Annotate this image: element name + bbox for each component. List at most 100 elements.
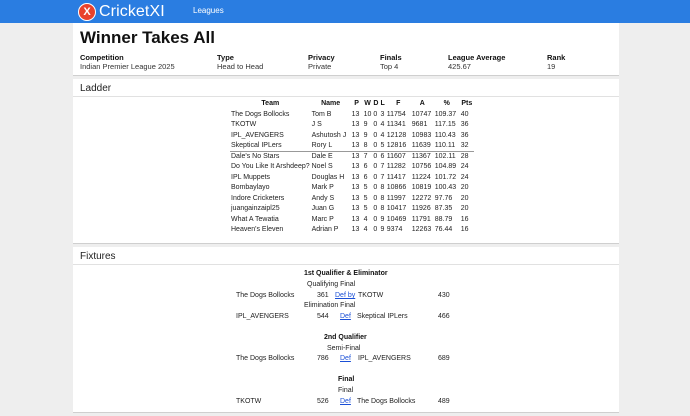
played: 13 bbox=[350, 140, 363, 152]
top-nav: X CricketXI Leagues bbox=[0, 0, 690, 23]
ladder-row[interactable]: IPL_AVENGERS Ashutosh J 13 9 0 4 12128 1… bbox=[230, 130, 474, 141]
fixture-result-link[interactable]: Def bbox=[340, 313, 351, 320]
meta-label: League Average bbox=[448, 53, 506, 62]
divider bbox=[73, 96, 619, 97]
team-name: What A Tewatia bbox=[231, 215, 279, 223]
percentage: 110.11 bbox=[433, 140, 460, 152]
fixture-result-link[interactable]: Def bbox=[340, 355, 351, 362]
percentage: 110.43 bbox=[434, 131, 456, 139]
ladder-table: Team Name P W D L F A % Pts The Dogs Bol… bbox=[230, 98, 474, 235]
home-team: The Dogs Bollocks bbox=[236, 355, 295, 362]
ladder-row[interactable]: juangainzaipl25 Juan G 13 5 0 8 10417 11… bbox=[230, 204, 474, 215]
col-points[interactable]: Pts bbox=[460, 98, 474, 109]
ladder-row[interactable]: Indore Cricketers Andy S 13 5 0 8 11997 … bbox=[230, 193, 474, 204]
drawn: 0 bbox=[373, 153, 378, 160]
ladder-row[interactable]: TKOTW J S 13 9 0 4 11341 9681 117.15 36 bbox=[230, 120, 474, 131]
drawn: 0 bbox=[373, 121, 378, 129]
won: 6 bbox=[363, 163, 368, 171]
meta-value: Head to Head bbox=[217, 62, 264, 71]
fixture-result-link[interactable]: Def by bbox=[335, 292, 355, 299]
ladder-points: 20 bbox=[460, 194, 469, 202]
team-name: juangainzaipl25 bbox=[231, 205, 280, 213]
player-name: Andy S bbox=[311, 194, 335, 202]
ladder-points: 16 bbox=[460, 226, 469, 234]
meta-label: Type bbox=[217, 53, 234, 62]
points-for: 9374 bbox=[386, 226, 403, 234]
col-percentage[interactable]: % bbox=[434, 98, 460, 109]
ladder-points: 28 bbox=[460, 153, 469, 160]
home-score: 526 bbox=[317, 398, 329, 405]
drawn: 0 bbox=[373, 184, 378, 192]
player-name: Rory L bbox=[310, 140, 351, 152]
played: 13 bbox=[351, 121, 360, 129]
won: 5 bbox=[363, 184, 368, 192]
away-score: 430 bbox=[438, 292, 450, 299]
ladder-points: 40 bbox=[460, 110, 469, 118]
points-against: 9681 bbox=[411, 121, 428, 129]
won: 8 bbox=[362, 140, 373, 152]
away-score: 489 bbox=[438, 398, 450, 405]
won: 5 bbox=[363, 194, 368, 202]
played: 13 bbox=[351, 163, 360, 171]
percentage: 101.72 bbox=[434, 173, 457, 181]
meta-privacy: Privacy Private bbox=[308, 53, 335, 71]
percentage: 100.43 bbox=[434, 184, 457, 192]
meta-value: Indian Premier League 2025 bbox=[80, 62, 175, 71]
ladder-points: 36 bbox=[460, 121, 469, 129]
points-against: 12263 bbox=[411, 226, 432, 234]
nav-link-leagues[interactable]: Leagues bbox=[193, 6, 224, 15]
points-against: 10983 bbox=[411, 131, 432, 139]
drawn: 0 bbox=[373, 226, 378, 234]
ladder-row-finals-cutoff[interactable]: Skeptical IPLers Rory L 13 8 0 5 12816 1… bbox=[230, 140, 474, 152]
home-score: 786 bbox=[317, 355, 329, 362]
won: 10 bbox=[363, 110, 372, 118]
col-team[interactable]: Team bbox=[230, 98, 311, 109]
away-team: The Dogs Bollocks bbox=[357, 398, 416, 405]
col-name[interactable]: Name bbox=[311, 98, 351, 109]
home-team: The Dogs Bollocks bbox=[236, 292, 295, 299]
meta-label: Competition bbox=[80, 53, 124, 62]
col-against[interactable]: A bbox=[411, 98, 434, 109]
league-summary-card: Winner Takes All Competition Indian Prem… bbox=[73, 23, 619, 76]
points-for: 11754 bbox=[386, 110, 406, 118]
ladder-row[interactable]: IPL Muppets Douglas H 13 6 0 7 11417 112… bbox=[230, 172, 474, 183]
ladder-points: 24 bbox=[460, 173, 469, 181]
points-for: 11607 bbox=[386, 153, 406, 160]
percentage: 97.76 bbox=[434, 194, 453, 202]
meta-label: Finals bbox=[380, 53, 402, 62]
percentage: 87.35 bbox=[434, 205, 453, 213]
ladder-points: 32 bbox=[459, 140, 474, 152]
ladder-row[interactable]: Dale's No Stars Dale E 13 7 0 6 11607 11… bbox=[230, 151, 474, 162]
played: 13 bbox=[351, 110, 360, 118]
meta-finals: Finals Top 4 bbox=[380, 53, 402, 71]
points-against: 10819 bbox=[411, 184, 432, 192]
col-won[interactable]: W bbox=[363, 98, 373, 109]
percentage: 117.15 bbox=[434, 121, 456, 129]
ladder-row[interactable]: Heaven's Eleven Adrian P 13 4 0 9 9374 1… bbox=[230, 225, 474, 236]
col-for[interactable]: F bbox=[386, 98, 411, 109]
ladder-row[interactable]: Bombaylayo Mark P 13 5 0 8 10866 10819 1… bbox=[230, 183, 474, 194]
ladder-points: 36 bbox=[460, 131, 469, 139]
cricketxi-logo-icon: X bbox=[78, 2, 96, 21]
meta-type: Type Head to Head bbox=[217, 53, 263, 71]
away-score: 689 bbox=[438, 355, 450, 362]
percentage: 102.11 bbox=[434, 153, 456, 160]
meta-rank: Rank 19 bbox=[547, 53, 565, 71]
col-drawn[interactable]: D bbox=[372, 98, 379, 109]
fixture-label: Elimination Final bbox=[304, 302, 356, 309]
brand-name: CricketXI bbox=[99, 2, 165, 20]
fixture-label: Qualifying Final bbox=[307, 281, 356, 288]
fixtures-heading: Fixtures bbox=[80, 251, 116, 262]
won: 4 bbox=[363, 226, 368, 234]
team-name: The Dogs Bollocks bbox=[231, 110, 290, 118]
points-against: 10756 bbox=[411, 163, 432, 171]
brand-logo[interactable]: X CricketXI bbox=[78, 2, 165, 21]
won: 6 bbox=[363, 173, 368, 181]
ladder-row[interactable]: The Dogs Bollocks Tom B 13 10 0 3 11754 … bbox=[230, 109, 474, 120]
meta-league-average: League Average 425.67 bbox=[448, 53, 505, 71]
col-played[interactable]: P bbox=[351, 98, 363, 109]
drawn: 0 bbox=[373, 194, 378, 202]
fixture-result-link[interactable]: Def bbox=[340, 398, 351, 405]
ladder-row[interactable]: Do You Like It Arshdeep? Noel S 13 6 0 7… bbox=[230, 162, 474, 173]
ladder-row[interactable]: What A Tewatia Marc P 13 4 0 9 10469 117… bbox=[230, 214, 474, 225]
